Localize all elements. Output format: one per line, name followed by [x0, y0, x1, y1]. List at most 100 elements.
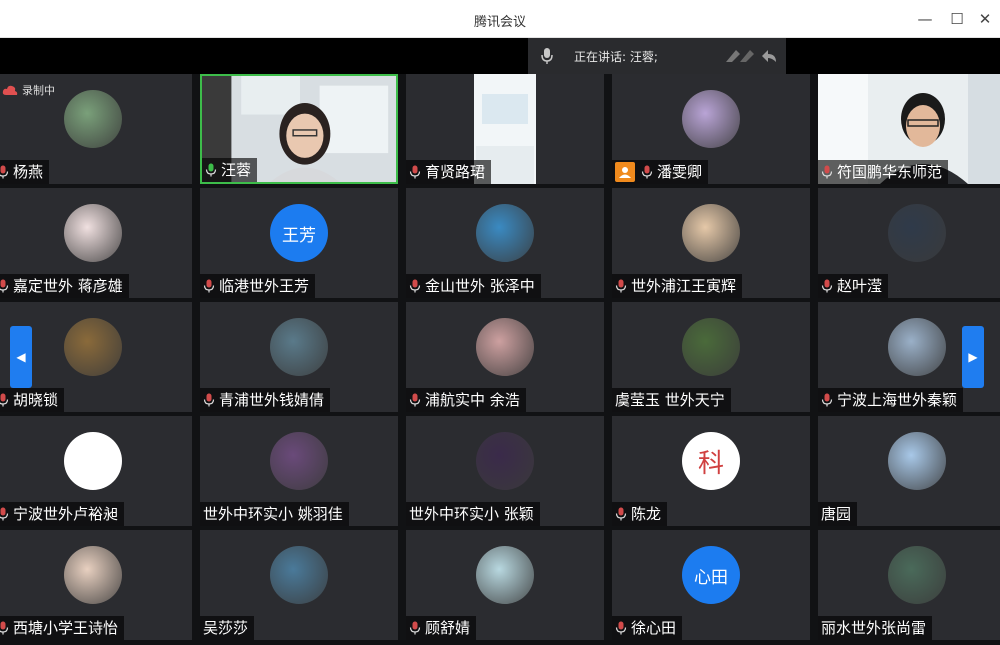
microphone-icon	[0, 165, 9, 179]
participant-tile[interactable]: 虞莹玉 世外天宁	[612, 302, 810, 412]
participant-name-tag: 临港世外王芳	[200, 274, 316, 298]
participant-name-tag: 金山世外 张泽中	[406, 274, 541, 298]
avatar	[270, 432, 328, 490]
participant-tile[interactable]: 丽水世外张尚雷	[818, 530, 1000, 640]
participant-tile[interactable]: 世外中环实小 姚羽佳	[200, 416, 398, 526]
participant-tile[interactable]: 顾舒婧	[406, 530, 604, 640]
participant-tile[interactable]: 吴莎莎	[200, 530, 398, 640]
microphone-icon	[615, 621, 627, 635]
participant-name: 金山世外 张泽中	[425, 277, 535, 295]
microphone-icon	[409, 279, 421, 293]
host-icon	[615, 162, 635, 182]
participant-name: 汪蓉	[221, 161, 252, 179]
recording-indicator: 录制中	[2, 82, 55, 98]
participant-name: 吴莎莎	[203, 619, 249, 637]
avatar	[682, 204, 740, 262]
participant-name: 世外中环实小 张颖	[409, 505, 534, 523]
close-button[interactable]: ✕	[972, 6, 998, 32]
avatar	[64, 90, 122, 148]
avatar	[64, 546, 122, 604]
participant-tile[interactable]: 宁波世外卢裕昶	[0, 416, 192, 526]
cloud-recording-icon	[2, 85, 18, 95]
participant-tile[interactable]: 青浦世外钱婧倩	[200, 302, 398, 412]
next-page-button[interactable]: ▶	[962, 326, 984, 388]
participant-name-tag: 徐心田	[612, 616, 683, 640]
participant-name-tag: 育贤路珺	[406, 160, 492, 184]
avatar	[682, 318, 740, 376]
participant-name-tag: 潘雯卿	[612, 160, 709, 184]
participant-name-tag: 赵叶滢	[818, 274, 889, 298]
participant-tile[interactable]: 世外中环实小 张颖	[406, 416, 604, 526]
microphone-icon	[821, 393, 833, 407]
avatar	[270, 546, 328, 604]
avatar	[888, 546, 946, 604]
microphone-icon	[0, 393, 9, 407]
speaking-label: 正在讲话: 汪蓉;	[574, 50, 658, 64]
participant-name: 世外中环实小 姚羽佳	[203, 505, 343, 523]
participant-name: 临港世外王芳	[219, 277, 310, 295]
microphone-icon	[615, 507, 627, 521]
microphone-icon	[409, 621, 421, 635]
participant-name: 育贤路珺	[425, 163, 486, 181]
participant-tile[interactable]: 嘉定世外 蒋彦雄	[0, 188, 192, 298]
participant-tile[interactable]: 科陈龙	[612, 416, 810, 526]
participant-name: 胡晓锁	[13, 391, 59, 409]
participant-name-tag: 丽水世外张尚雷	[818, 616, 933, 640]
participant-tile[interactable]: 金山世外 张泽中	[406, 188, 604, 298]
participant-name-tag: 世外浦江王寅辉	[612, 274, 743, 298]
avatar	[64, 204, 122, 262]
participant-tile[interactable]: 赵叶滢	[818, 188, 1000, 298]
participant-tile[interactable]: 录制中杨燕	[0, 74, 192, 184]
participant-tile[interactable]: 世外浦江王寅辉	[612, 188, 810, 298]
participant-name: 赵叶滢	[837, 277, 883, 295]
participant-tile[interactable]: 唐园	[818, 416, 1000, 526]
meeting-topbar: 正在讲话: 汪蓉;	[0, 38, 1000, 74]
participant-tile[interactable]: 王芳临港世外王芳	[200, 188, 398, 298]
minimize-button[interactable]: —	[912, 6, 938, 32]
participant-name: 嘉定世外 蒋彦雄	[13, 277, 123, 295]
avatar	[64, 432, 122, 490]
speaking-actions-icon	[726, 50, 776, 62]
avatar	[888, 432, 946, 490]
participant-name: 宁波世外卢裕昶	[13, 505, 119, 523]
participant-tile[interactable]: 育贤路珺	[406, 74, 604, 184]
avatar: 科	[682, 432, 740, 490]
participant-name: 丽水世外张尚雷	[821, 619, 927, 637]
participant-tile[interactable]: 潘雯卿	[612, 74, 810, 184]
participant-name: 陈龙	[631, 505, 662, 523]
microphone-icon	[203, 393, 215, 407]
participant-tile[interactable]: 符国鹏华东师范	[818, 74, 1000, 184]
avatar	[888, 204, 946, 262]
participant-name: 潘雯卿	[657, 163, 703, 181]
microphone-icon	[409, 165, 421, 179]
participant-name: 杨燕	[13, 163, 44, 181]
participant-tile[interactable]: 汪蓉	[200, 74, 398, 184]
microphone-icon	[0, 507, 9, 521]
participant-tile[interactable]: 西塘小学王诗怡	[0, 530, 192, 640]
participant-name: 徐心田	[631, 619, 677, 637]
participant-name-tag: 唐园	[818, 502, 858, 526]
participant-name-tag: 世外中环实小 张颖	[406, 502, 540, 526]
avatar: 心田	[682, 546, 740, 604]
microphone-icon	[615, 279, 627, 293]
maximize-button[interactable]: ☐	[944, 6, 970, 32]
participant-name-tag: 宁波上海世外秦颖	[818, 388, 964, 412]
participant-name: 宁波上海世外秦颖	[837, 391, 958, 409]
window-title: 腾讯会议	[473, 15, 526, 30]
chevron-right-icon: ▶	[968, 350, 978, 364]
avatar	[270, 318, 328, 376]
participant-name-tag: 浦航实中 余浩	[406, 388, 526, 412]
participant-name-tag: 西塘小学王诗怡	[0, 616, 125, 640]
participant-tile[interactable]: 浦航实中 余浩	[406, 302, 604, 412]
avatar	[476, 432, 534, 490]
avatar	[888, 318, 946, 376]
participant-grid: 录制中 杨燕 汪蓉 育贤路珺 潘雯卿 符国鹏华东师范 嘉定世外 蒋彦雄 王芳 临港世外王芳 金山世…	[0, 74, 1000, 645]
recording-label: 录制中	[22, 84, 55, 97]
participant-name: 唐园	[821, 505, 852, 523]
participant-tile[interactable]: 心田 徐心田	[612, 530, 810, 640]
microphone-icon	[821, 165, 833, 179]
microphone-icon	[203, 279, 215, 293]
avatar: 王芳	[270, 204, 328, 262]
previous-page-button[interactable]: ◀	[10, 326, 32, 388]
speaking-indicator: 正在讲话: 汪蓉;	[528, 38, 786, 74]
